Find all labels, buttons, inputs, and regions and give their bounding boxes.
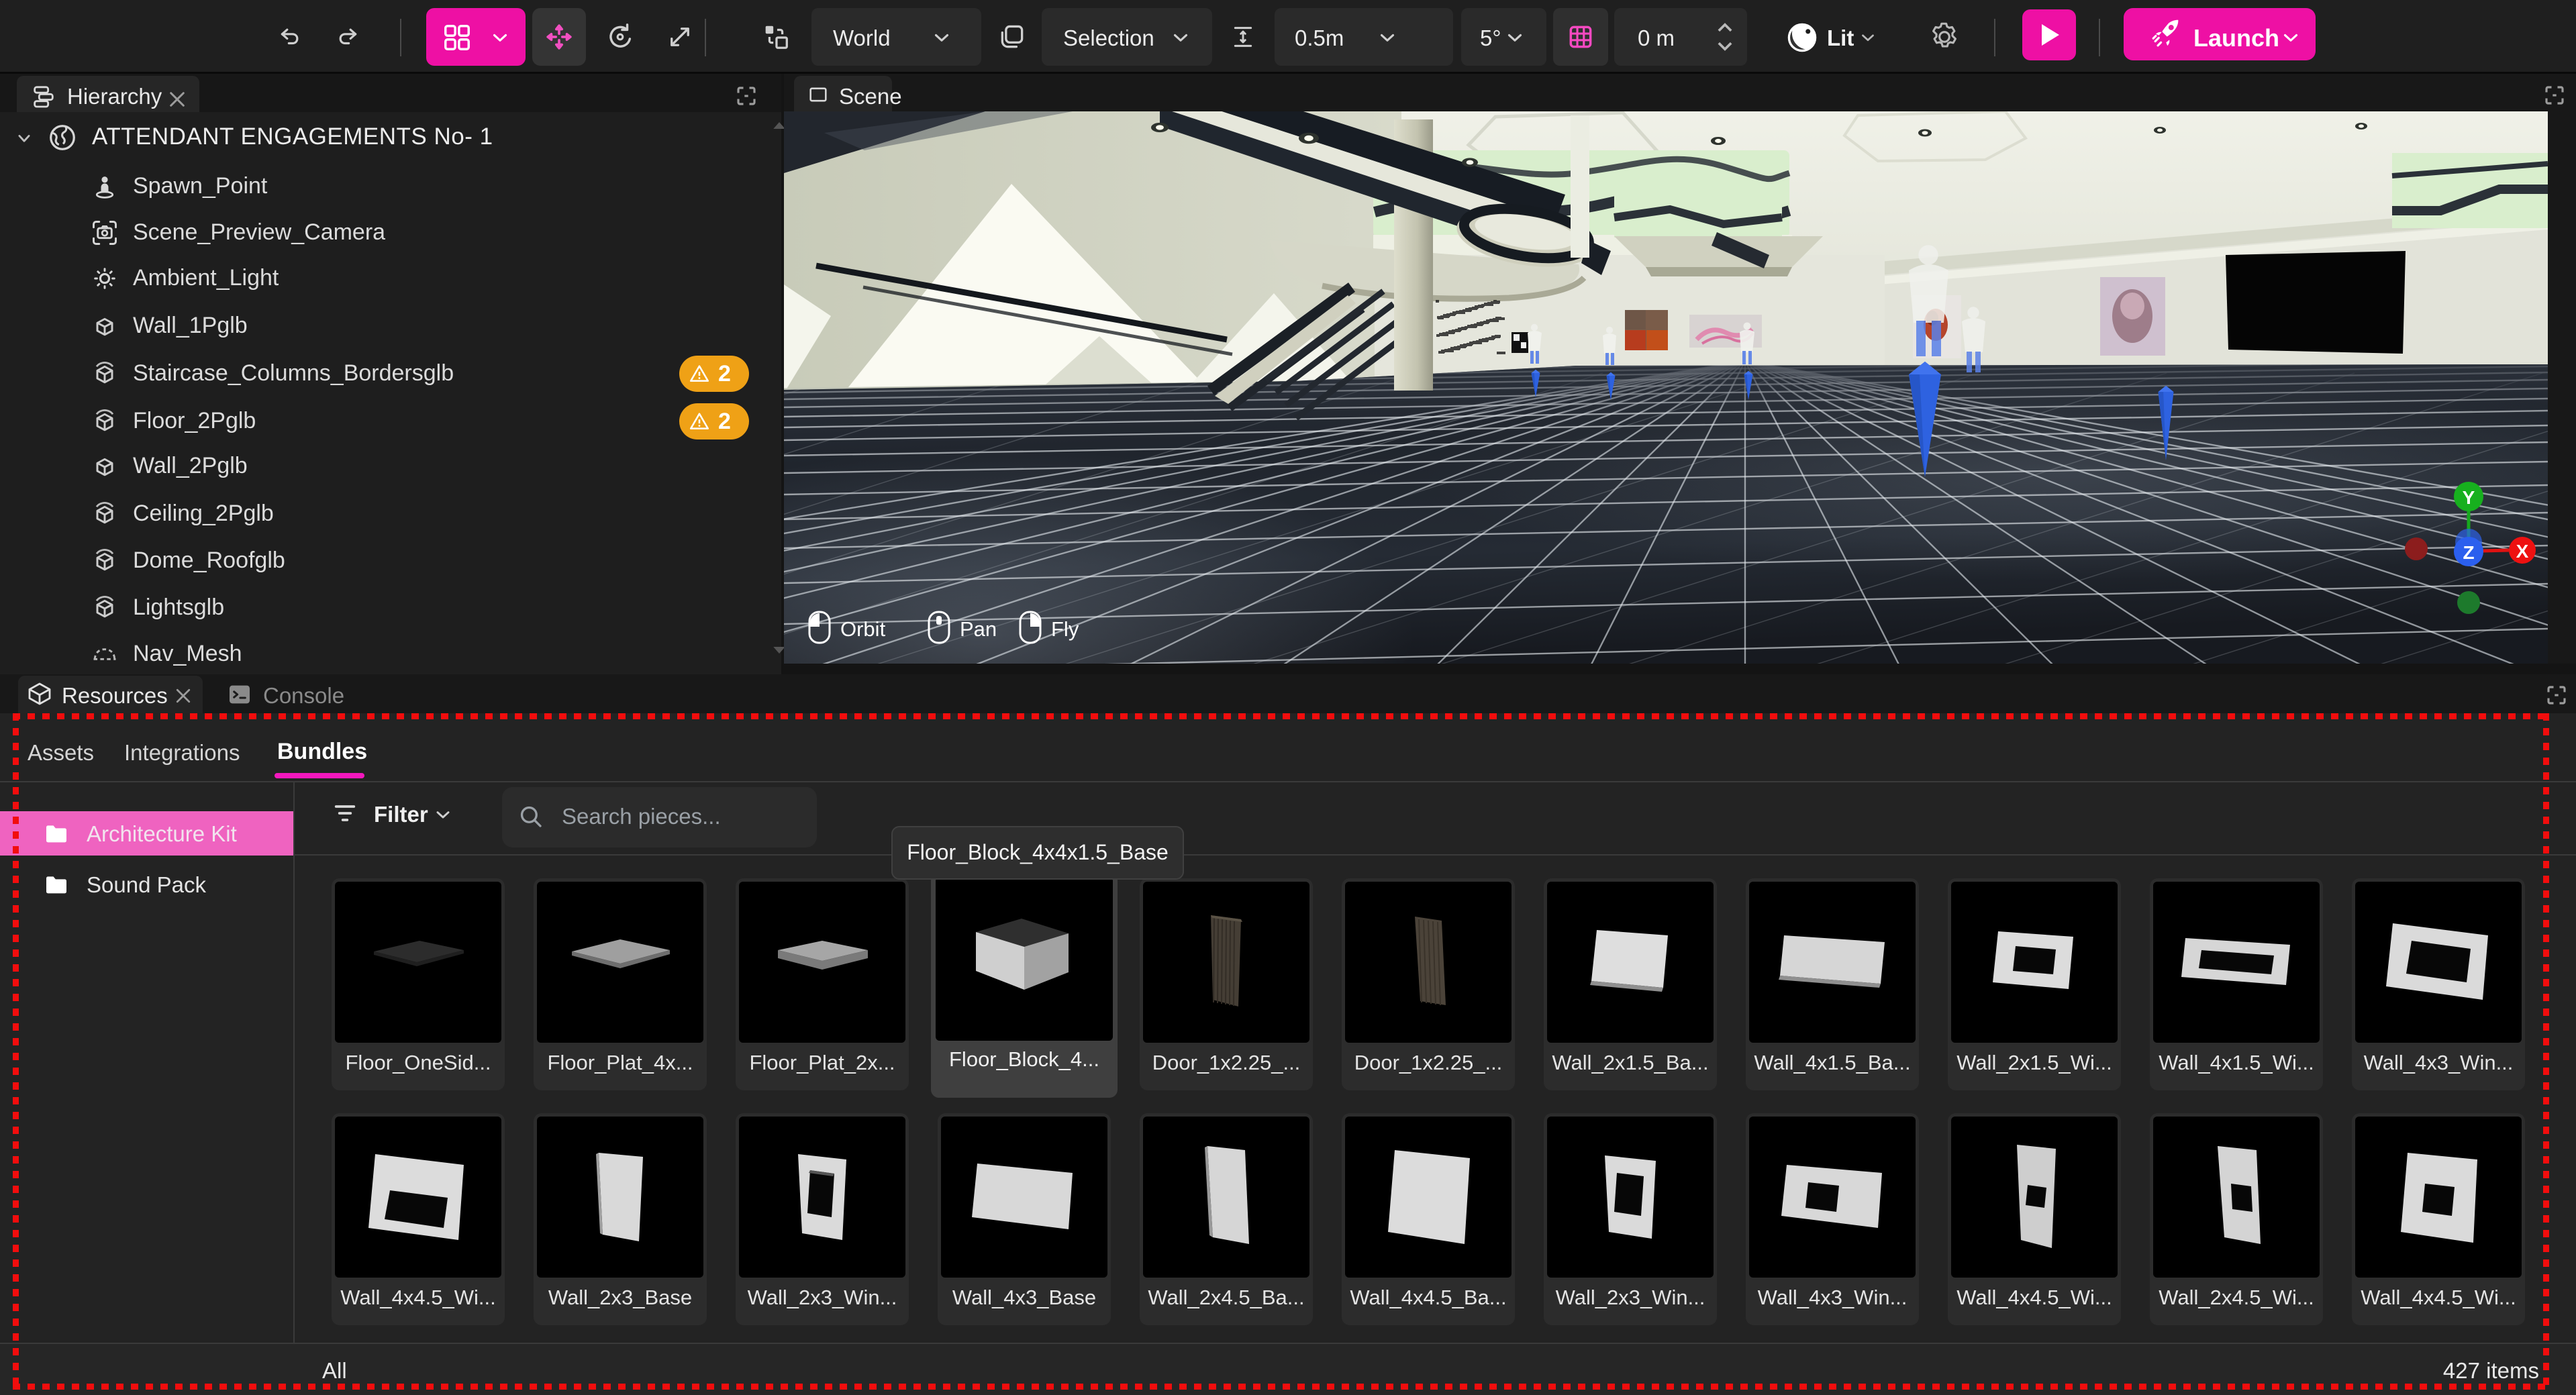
svg-text:Pan: Pan: [960, 617, 997, 641]
svg-text:X: X: [2516, 541, 2529, 562]
svg-text:Y: Y: [2463, 487, 2475, 508]
svg-text:Z: Z: [2463, 542, 2474, 563]
svg-text:Fly: Fly: [1051, 617, 1079, 641]
svg-text:Orbit: Orbit: [840, 617, 886, 641]
